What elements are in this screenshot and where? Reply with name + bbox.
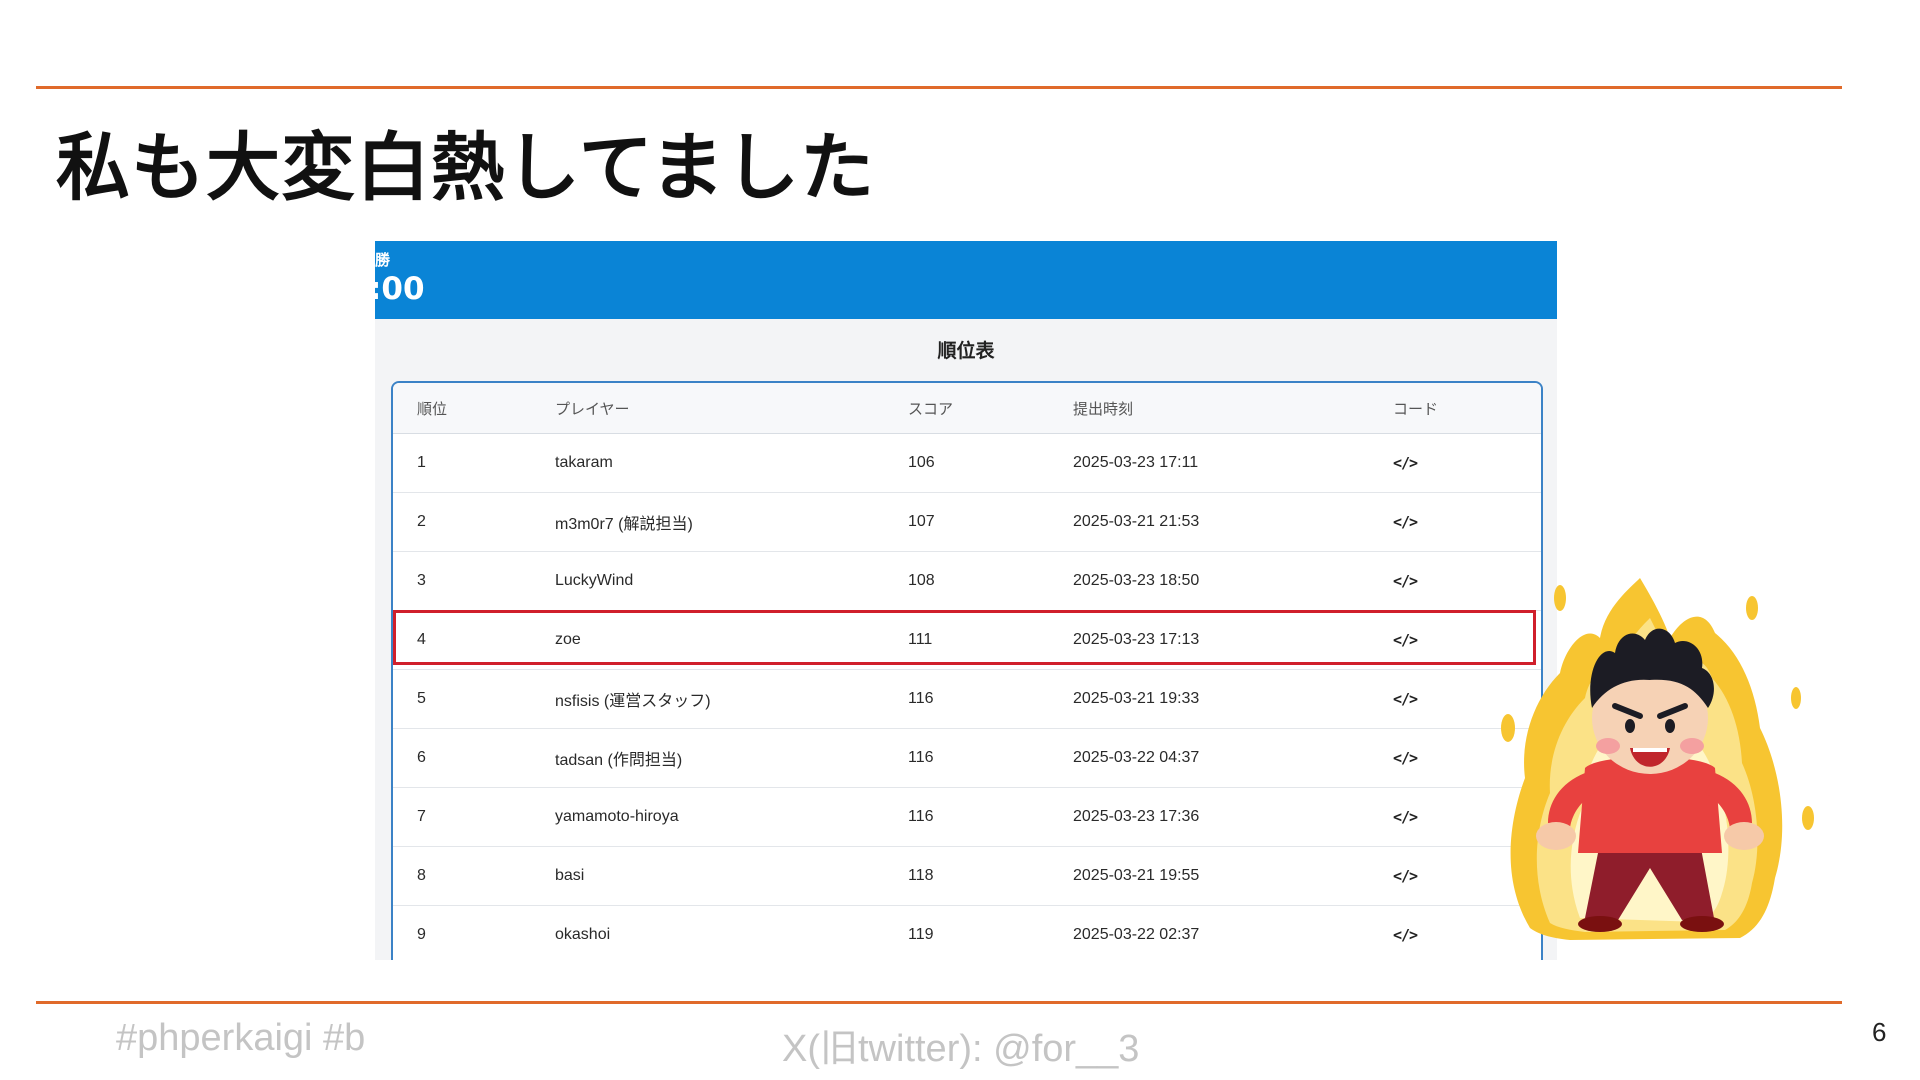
submitted-at-cell: 2025-03-22 02:37 <box>1073 926 1200 943</box>
page-number: 6 <box>1872 1017 1887 1047</box>
code-icon[interactable]: </> <box>1393 631 1418 649</box>
table-row: 1 takaram 106 2025-03-23 17:11 </> <box>393 434 1541 493</box>
code-link: </> <box>1393 434 1418 492</box>
slide: 私も大変白熱してました 勝 :00 順位表 順位 プレイヤー スコア 提出時刻 … <box>0 0 1920 1080</box>
player-cell: takaram <box>555 454 613 471</box>
table-row: 6 tadsan (作問担当) 116 2025-03-22 04:37 </> <box>393 729 1541 788</box>
table-row: 3 LuckyWind 108 2025-03-23 18:50 </> <box>393 552 1541 611</box>
score-cell: 119 <box>908 926 934 943</box>
table-row-highlighted: 4 zoe 111 2025-03-23 17:13 </> <box>393 611 1541 670</box>
score-cell: 108 <box>908 572 935 589</box>
table-row: 5 nsfisis (運営スタッフ) 116 2025-03-21 19:33 … <box>393 670 1541 729</box>
table-header: 順位 プレイヤー スコア 提出時刻 コード <box>393 383 1541 434</box>
code-icon[interactable]: </> <box>1393 749 1418 767</box>
submitted-at-cell: 2025-03-22 04:37 <box>1073 749 1200 766</box>
rank-cell: 5 <box>417 690 426 707</box>
header-player: プレイヤー <box>555 400 630 418</box>
code-icon[interactable]: </> <box>1393 513 1418 531</box>
rank-cell: 4 <box>417 631 426 648</box>
code-link: </> <box>1393 670 1418 728</box>
table-row: 2 m3m0r7 (解説担当) 107 2025-03-21 21:53 </> <box>393 493 1541 552</box>
leaderboard-screenshot: 勝 :00 順位表 順位 プレイヤー スコア 提出時刻 コード 1 takara… <box>375 241 1557 960</box>
submitted-at-cell: 2025-03-21 19:33 <box>1073 690 1200 707</box>
code-link: </> <box>1393 611 1418 669</box>
player-cell: basi <box>555 867 585 884</box>
submitted-at-cell: 2025-03-23 17:36 <box>1073 808 1200 825</box>
code-icon[interactable]: </> <box>1393 572 1418 590</box>
submitted-at-cell: 2025-03-23 17:11 <box>1073 454 1199 471</box>
code-link: </> <box>1393 729 1418 787</box>
footer-hashtags: #phperkaigi #b <box>116 1017 366 1059</box>
fired-up-person-icon <box>1501 578 1814 940</box>
code-link: </> <box>1393 906 1418 960</box>
ranking-table: 順位 プレイヤー スコア 提出時刻 コード 1 takaram 106 2025… <box>391 381 1543 960</box>
code-icon[interactable]: </> <box>1393 808 1418 826</box>
slide-title: 私も大変白熱してました <box>56 125 876 211</box>
player-cell: nsfisis (運営スタッフ) <box>555 693 711 710</box>
code-link: </> <box>1393 847 1418 905</box>
code-link: </> <box>1393 552 1418 610</box>
code-icon[interactable]: </> <box>1393 454 1418 472</box>
submitted-at-cell: 2025-03-23 18:50 <box>1073 572 1200 589</box>
table-row: 8 basi 118 2025-03-21 19:55 </> <box>393 847 1541 906</box>
rank-cell: 2 <box>417 513 426 530</box>
submitted-at-cell: 2025-03-21 19:55 <box>1073 867 1200 884</box>
player-cell: yamamoto-hiroya <box>555 808 679 825</box>
player-cell: m3m0r7 (解説担当) <box>555 516 693 533</box>
banner-small-text: 勝 <box>375 251 391 269</box>
top-rule <box>36 86 1842 89</box>
footer-author-handle: X(旧twitter): @for__3 <box>782 1028 1140 1070</box>
rank-cell: 7 <box>417 808 426 825</box>
player-cell: LuckyWind <box>555 572 634 589</box>
score-cell: 106 <box>908 454 935 471</box>
score-cell: 116 <box>908 808 934 825</box>
code-link: </> <box>1393 493 1418 551</box>
code-icon[interactable]: </> <box>1393 690 1418 708</box>
bottom-rule <box>36 1001 1842 1004</box>
player-cell: zoe <box>555 631 581 648</box>
code-icon[interactable]: </> <box>1393 867 1418 885</box>
header-score: スコア <box>908 400 954 418</box>
banner-big-text: :00 <box>375 271 425 307</box>
header-rank: 順位 <box>417 400 448 418</box>
score-cell: 107 <box>908 513 935 530</box>
rank-cell: 8 <box>417 867 426 884</box>
header-code: コード <box>1393 400 1439 418</box>
rank-cell: 9 <box>417 926 426 943</box>
table-row: 7 yamamoto-hiroya 116 2025-03-23 17:36 <… <box>393 788 1541 847</box>
code-icon[interactable]: </> <box>1393 926 1418 944</box>
screenshot-banner: 勝 :00 <box>375 241 1557 319</box>
header-submitted-at: 提出時刻 <box>1073 400 1134 418</box>
score-cell: 118 <box>908 867 934 884</box>
score-cell: 116 <box>908 749 934 766</box>
rank-cell: 1 <box>417 454 426 471</box>
ranking-table-title: 順位表 <box>937 340 995 362</box>
score-cell: 116 <box>908 690 934 707</box>
code-link: </> <box>1393 788 1418 846</box>
player-cell: tadsan (作問担当) <box>555 752 683 769</box>
score-cell: 111 <box>908 631 933 648</box>
rank-cell: 6 <box>417 749 426 766</box>
rank-cell: 3 <box>417 572 426 589</box>
submitted-at-cell: 2025-03-21 21:53 <box>1073 513 1200 530</box>
table-row: 9 okashoi 119 2025-03-22 02:37 </> <box>393 906 1541 960</box>
player-cell: okashoi <box>555 926 611 943</box>
submitted-at-cell: 2025-03-23 17:13 <box>1073 631 1200 648</box>
